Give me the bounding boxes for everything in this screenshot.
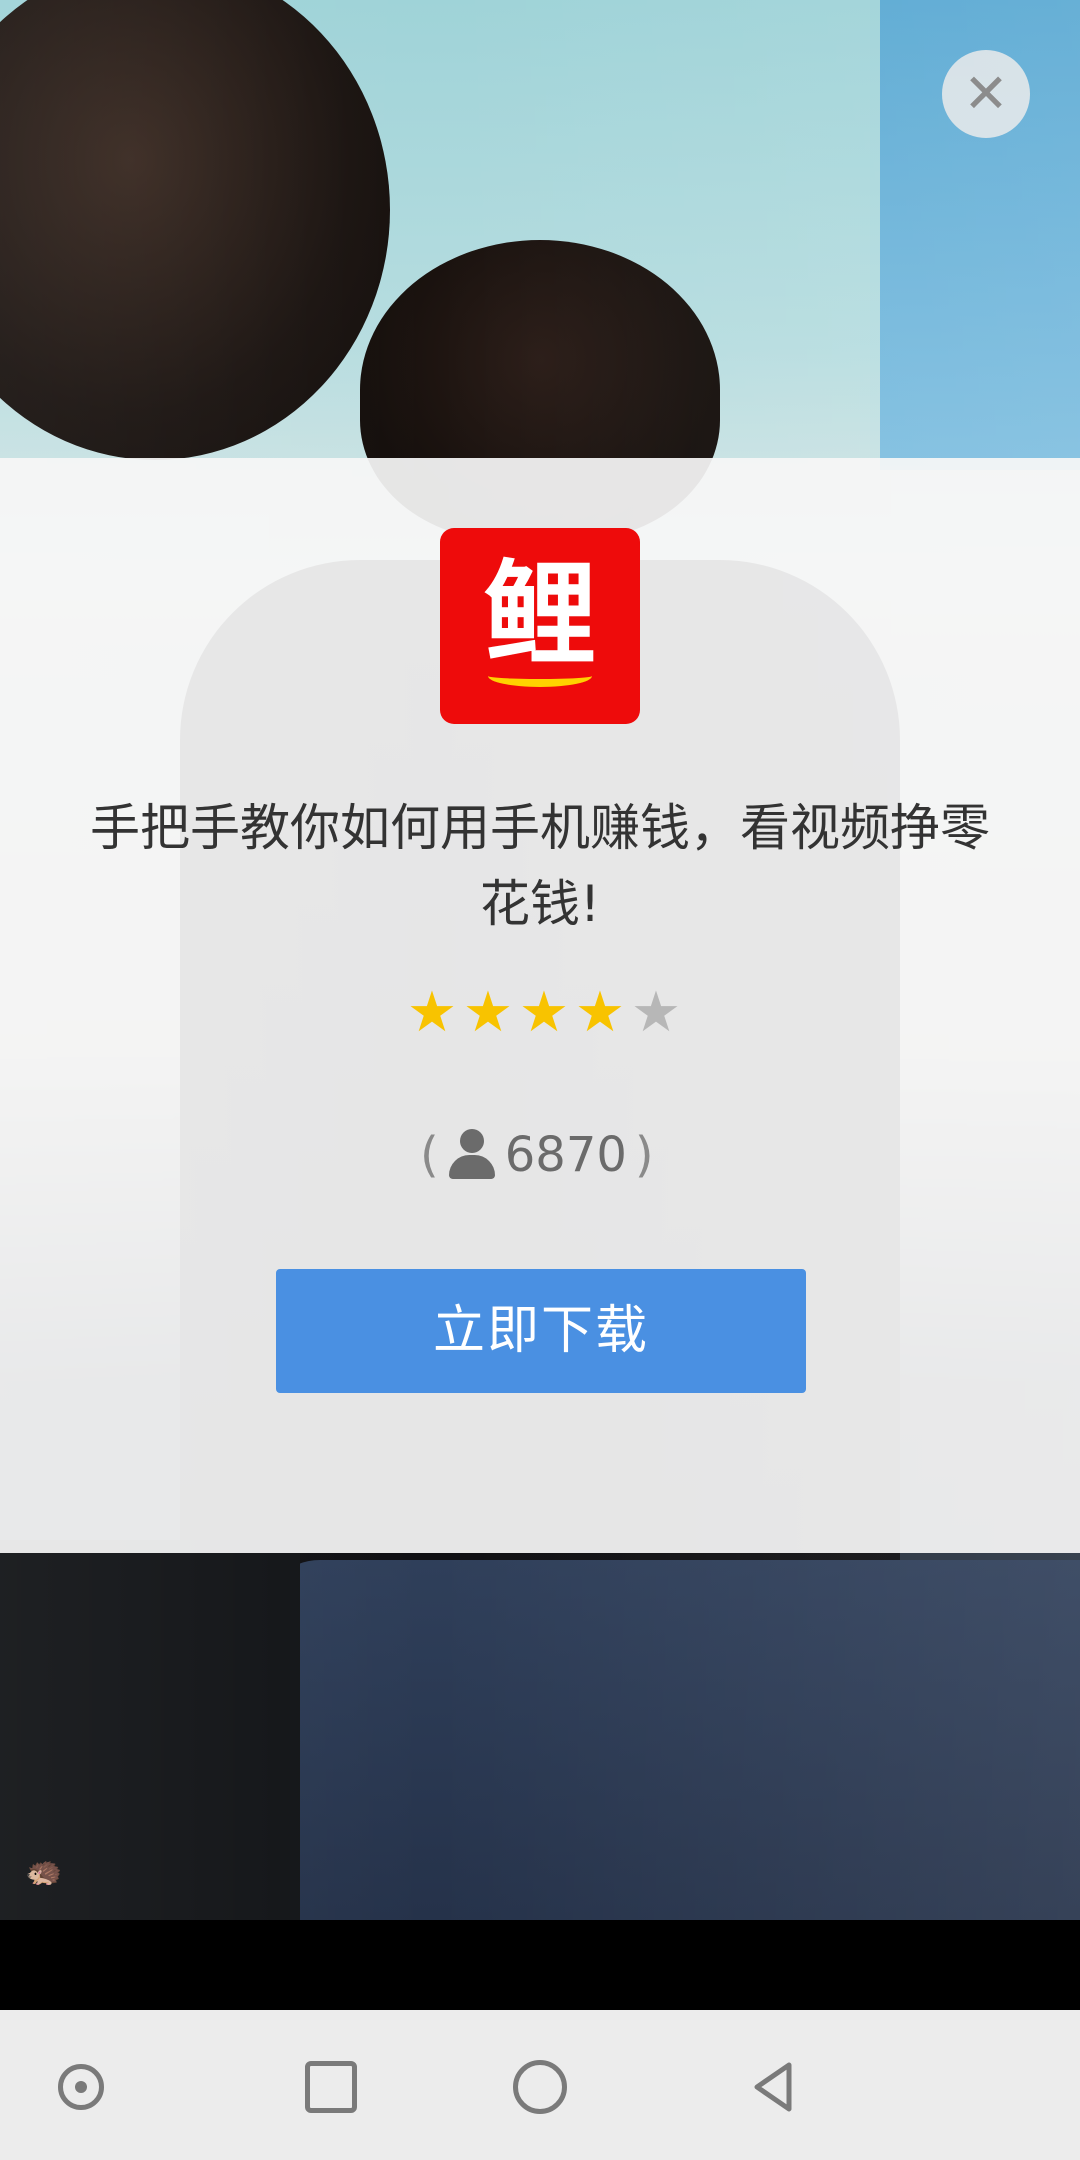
star-icon: ★ — [574, 980, 626, 1045]
navigation-bar — [0, 2010, 1080, 2160]
home-button[interactable] — [505, 2052, 575, 2122]
app-icon-glyph: 鲤 — [484, 550, 596, 680]
back-icon — [754, 2062, 792, 2112]
assistant-dot-icon — [58, 2064, 104, 2110]
watermark-icon: 🦔 — [25, 1854, 63, 1889]
count-close-paren: ) — [634, 1127, 654, 1183]
user-icon — [447, 1129, 497, 1181]
star-icon: ★ — [630, 980, 682, 1045]
count-open-paren: ( — [420, 1127, 439, 1183]
close-ad-button[interactable]: ✕ — [942, 50, 1030, 138]
count-value: 6870 — [504, 1127, 627, 1183]
rating-stars: ★ ★ ★ ★ ★ — [404, 985, 684, 1047]
star-icon: ★ — [462, 980, 514, 1045]
star-icon: ★ — [518, 980, 570, 1045]
download-count: ( 6870 ) — [420, 1124, 654, 1186]
assistant-dot-button[interactable] — [46, 2052, 116, 2122]
app-icon-swoosh — [488, 665, 592, 687]
home-icon — [513, 2060, 567, 2114]
close-icon: ✕ — [963, 62, 1009, 125]
download-button[interactable]: 立即下载 — [276, 1269, 806, 1393]
star-icon: ★ — [406, 980, 458, 1045]
ad-title: 手把手教你如何用手机赚钱，看视频挣零花钱! — [90, 799, 990, 933]
video-letterbox-bar — [0, 1920, 1080, 2010]
recents-button[interactable] — [296, 2052, 366, 2122]
app-icon[interactable]: 鲤 — [440, 528, 640, 724]
back-button[interactable] — [738, 2052, 808, 2122]
recents-icon — [305, 2061, 357, 2113]
